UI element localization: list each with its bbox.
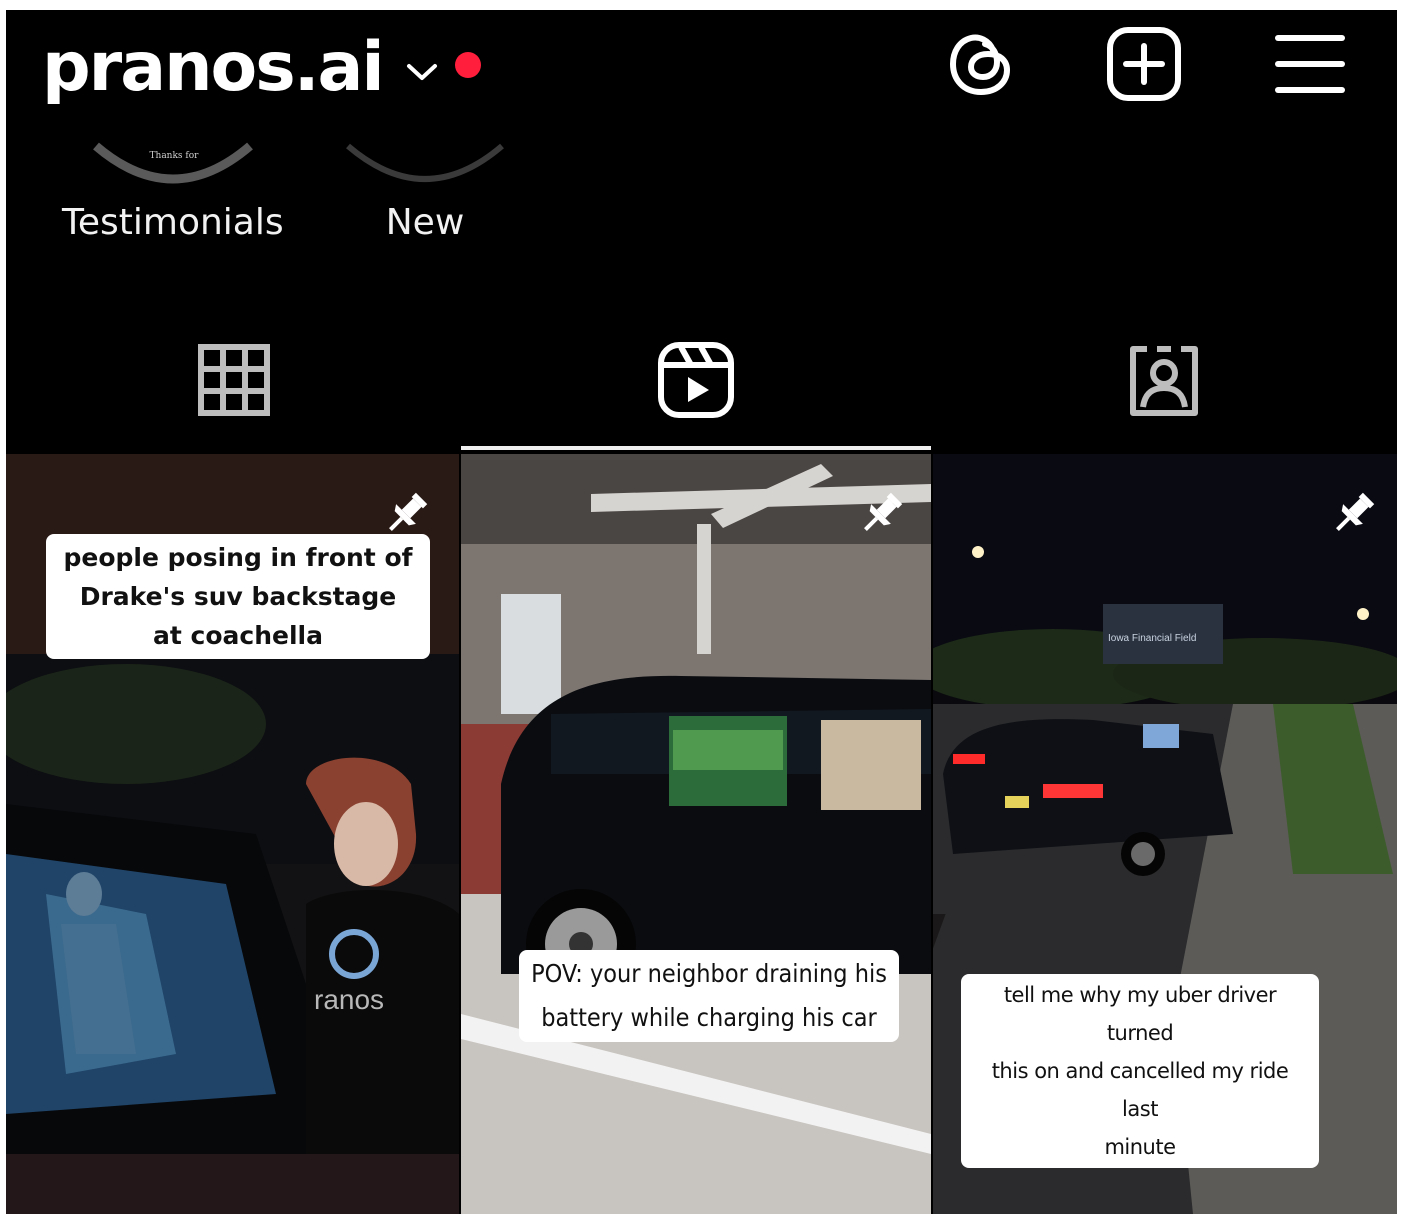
pin-icon [389, 492, 428, 531]
notification-dot [454, 52, 481, 78]
highlight-cover [346, 143, 504, 182]
grid-icon [197, 344, 270, 416]
account-switcher[interactable]: pranos.ai [42, 28, 481, 108]
svg-text:Iowa Financial Field: Iowa Financial Field [1108, 633, 1196, 644]
caption-line: Drake's suv backstage [79, 582, 397, 611]
highlight-new[interactable]: New [340, 142, 510, 243]
create-post-icon[interactable] [1104, 24, 1184, 104]
svg-text:ranos: ranos [314, 984, 384, 1015]
caption-line: people posing in front of [63, 543, 413, 572]
caption-line: POV: your neighbor draining his [531, 959, 887, 988]
reels-grid: ranos people posing in front of Drake's … [6, 454, 1397, 1214]
reel-tile[interactable]: POV: your neighbor draining his battery … [461, 454, 931, 1214]
highlight-testimonials[interactable]: Thanks for Testimonials [62, 142, 284, 243]
caption-line: at coachella [153, 621, 323, 650]
username: pranos.ai [42, 28, 385, 107]
threads-icon[interactable] [941, 24, 1021, 104]
svg-text:Thanks for: Thanks for [149, 151, 199, 161]
tab-posts-grid[interactable] [6, 310, 461, 450]
profile-header: pranos.ai [6, 10, 1397, 130]
reel-caption: tell me why my uber driver turned this o… [961, 974, 1319, 1168]
tab-reels[interactable] [461, 310, 931, 450]
reel-caption: POV: your neighbor draining his battery … [519, 950, 899, 1042]
caption-line: this on and cancelled my ride last [991, 1059, 1289, 1121]
menu-icon[interactable] [1270, 24, 1350, 104]
reels-icon [658, 342, 734, 418]
highlight-label: New [385, 202, 465, 243]
reel-tile[interactable]: Iowa Financial Field tell me why my uber… [933, 454, 1397, 1214]
reel-thumbnail [461, 454, 931, 1214]
tab-tagged[interactable] [931, 310, 1397, 450]
pin-icon [1336, 492, 1375, 531]
chevron-down-icon [406, 64, 437, 80]
active-tab-indicator [461, 446, 931, 450]
reel-tile[interactable]: ranos people posing in front of Drake's … [6, 454, 459, 1214]
caption-line: tell me why my uber driver turned [1003, 983, 1277, 1045]
highlight-cover: Thanks for [92, 142, 253, 184]
profile-tabs [6, 310, 1397, 450]
caption-line: battery while charging his car [541, 1003, 877, 1032]
tagged-icon [1130, 346, 1198, 416]
caption-line: minute [1104, 1135, 1176, 1159]
profile-screen: pranos.ai Thanks for Testimonials New ra… [6, 10, 1397, 1214]
reel-caption: people posing in front of Drake's suv ba… [46, 534, 430, 659]
highlight-label: Testimonials [62, 202, 284, 243]
pin-icon [864, 492, 903, 531]
